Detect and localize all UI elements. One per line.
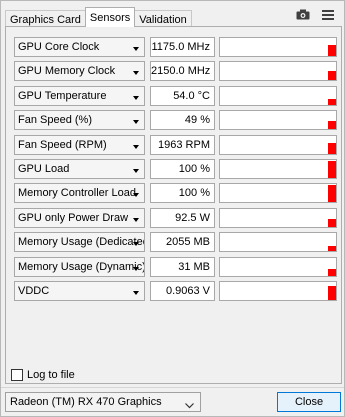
log-to-file-label: Log to file: [27, 369, 75, 381]
log-to-file-checkbox[interactable]: [11, 369, 23, 381]
sensor-name-label: GPU Memory Clock: [18, 65, 116, 78]
sensor-graph: [219, 110, 337, 131]
dropdown-arrow-icon: [133, 120, 139, 125]
sensor-name-label: Memory Usage (Dynamic): [18, 260, 145, 273]
sensor-name-dropdown[interactable]: GPU Temperature: [14, 85, 145, 106]
sensor-name-dropdown[interactable]: GPU only Power Draw: [14, 207, 145, 228]
sensor-value: 49 %: [150, 110, 215, 131]
sensor-graph: [219, 256, 337, 277]
chevron-down-icon: [185, 397, 194, 415]
sensor-graph: [219, 61, 337, 82]
tab-validation[interactable]: Validation: [134, 10, 192, 27]
sensor-name-label: GPU Core Clock: [18, 41, 100, 53]
sensor-value: 100 %: [150, 158, 215, 179]
sensor-graph-bar: [328, 185, 336, 203]
sensor-name-dropdown[interactable]: GPU Load: [14, 158, 145, 179]
sensor-name-label: Memory Usage (Dedicated): [18, 236, 145, 249]
sensor-name-dropdown[interactable]: VDDC: [14, 280, 145, 301]
sensor-graph: [219, 232, 337, 253]
close-button[interactable]: Close: [277, 392, 341, 412]
sensor-graph: [219, 134, 337, 155]
sensors-window: Graphics Card Sensors Validation GPU Cor…: [0, 0, 345, 417]
sensor-value: 31 MB: [150, 256, 215, 277]
dropdown-arrow-icon: [133, 168, 139, 173]
sensor-name-label: GPU Load: [18, 162, 70, 175]
gpu-select[interactable]: Radeon (TM) RX 470 Graphics: [5, 392, 201, 412]
tab-graphics-card[interactable]: Graphics Card: [5, 10, 86, 27]
sensor-value: 2055 MB: [150, 232, 215, 253]
sensor-value: 92.5 W: [150, 207, 215, 228]
sensor-value: 1175.0 MHz: [150, 37, 215, 57]
sensor-graph-bar: [328, 218, 336, 227]
sensor-graph: [219, 37, 337, 57]
sensor-name-dropdown[interactable]: Memory Usage (Dedicated): [14, 232, 145, 253]
sensor-graph-bar: [328, 98, 336, 105]
sensor-name-label: Fan Speed (RPM): [18, 138, 107, 151]
sensor-value: 0.9063 V: [150, 280, 215, 301]
sensor-graph-bar: [328, 160, 336, 178]
divider: [1, 387, 344, 388]
sensor-graph: [219, 183, 337, 204]
dropdown-arrow-icon: [133, 71, 139, 76]
dropdown-arrow-icon: [133, 266, 139, 271]
sensor-graph: [219, 158, 337, 179]
menu-icon[interactable]: [322, 9, 334, 23]
dropdown-arrow-icon: [133, 242, 139, 247]
sensor-name-dropdown[interactable]: Memory Controller Load: [14, 183, 145, 204]
sensor-name-label: GPU Temperature: [18, 89, 107, 102]
dropdown-arrow-icon: [133, 217, 139, 222]
sensor-value: 100 %: [150, 183, 215, 204]
dropdown-arrow-icon: [133, 47, 139, 51]
sensor-value: 2150.0 MHz: [150, 61, 215, 82]
sensor-value: 1963 RPM: [150, 134, 215, 155]
sensor-name-dropdown[interactable]: Fan Speed (%): [14, 110, 145, 131]
sensor-graph-bar: [328, 121, 336, 130]
sensor-graph-bar: [328, 268, 336, 276]
sensor-name-dropdown[interactable]: GPU Core Clock: [14, 37, 145, 57]
sensor-graph: [219, 207, 337, 228]
tab-sensors[interactable]: Sensors: [84, 7, 136, 27]
sensor-name-dropdown[interactable]: Memory Usage (Dynamic): [14, 256, 145, 277]
toolbar: [296, 9, 334, 23]
sensor-graph: [219, 280, 337, 301]
sensor-name-label: Memory Controller Load: [18, 187, 136, 200]
sensors-panel: GPU Core Clock 1175.0 MHz GPU Memory Clock…: [5, 26, 342, 384]
sensor-value: 54.0 °C: [150, 85, 215, 106]
sensor-graph-bar: [328, 246, 336, 252]
dropdown-arrow-icon: [133, 193, 139, 198]
dropdown-arrow-icon: [133, 290, 139, 295]
sensor-graph: [219, 85, 337, 106]
sensor-name-dropdown[interactable]: GPU Memory Clock: [14, 61, 145, 82]
dropdown-arrow-icon: [133, 144, 139, 149]
sensor-name-label: Fan Speed (%): [18, 114, 92, 127]
camera-icon[interactable]: [296, 9, 310, 23]
sensor-name-label: VDDC: [18, 284, 50, 297]
sensor-graph-bar: [328, 142, 336, 154]
dropdown-arrow-icon: [133, 95, 139, 100]
sensor-graph-bar: [328, 71, 336, 81]
sensor-name-label: GPU only Power Draw: [18, 211, 129, 224]
log-to-file[interactable]: Log to file: [11, 369, 75, 381]
gpu-select-value: Radeon (TM) RX 470 Graphics: [10, 396, 162, 408]
sensor-graph-bar: [328, 45, 336, 56]
sensor-graph-bar: [328, 285, 336, 300]
sensor-name-dropdown[interactable]: Fan Speed (RPM): [14, 134, 145, 155]
tab-strip: Graphics Card Sensors Validation: [5, 7, 192, 27]
